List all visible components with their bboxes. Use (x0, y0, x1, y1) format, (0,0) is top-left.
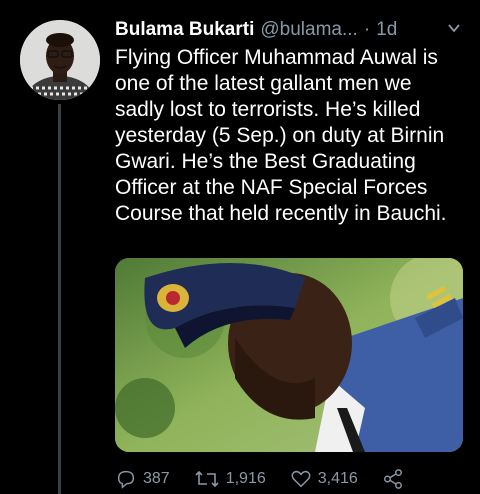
tweet-text: Flying Officer Muhammad Auwal is one of … (115, 46, 447, 225)
photo-image (115, 258, 463, 452)
heart-icon (290, 468, 312, 490)
thread-line (58, 104, 61, 494)
user-handle[interactable]: @bulama... (260, 19, 357, 41)
retweet-icon (194, 468, 220, 490)
tweet-actions: 387 1,916 3,416 (115, 466, 470, 492)
like-button[interactable]: 3,416 (290, 468, 358, 490)
avatar[interactable] (20, 20, 100, 100)
reply-icon (115, 468, 137, 490)
chevron-down-icon[interactable] (446, 20, 462, 42)
separator-dot: · (363, 19, 371, 40)
avatar-image (20, 20, 100, 100)
retweet-button[interactable]: 1,916 (194, 468, 266, 490)
display-name[interactable]: Bulama Bukarti (115, 19, 254, 41)
reply-button[interactable]: 387 (115, 468, 170, 490)
retweet-count: 1,916 (225, 470, 266, 487)
like-count: 3,416 (317, 470, 358, 487)
reply-count: 387 (143, 470, 170, 487)
tweet-header: Bulama Bukarti @bulama... · 1d (115, 16, 470, 44)
share-icon (382, 468, 404, 490)
tweet-photo[interactable] (115, 258, 463, 452)
timestamp[interactable]: 1d (376, 19, 397, 41)
share-button[interactable] (382, 468, 404, 490)
